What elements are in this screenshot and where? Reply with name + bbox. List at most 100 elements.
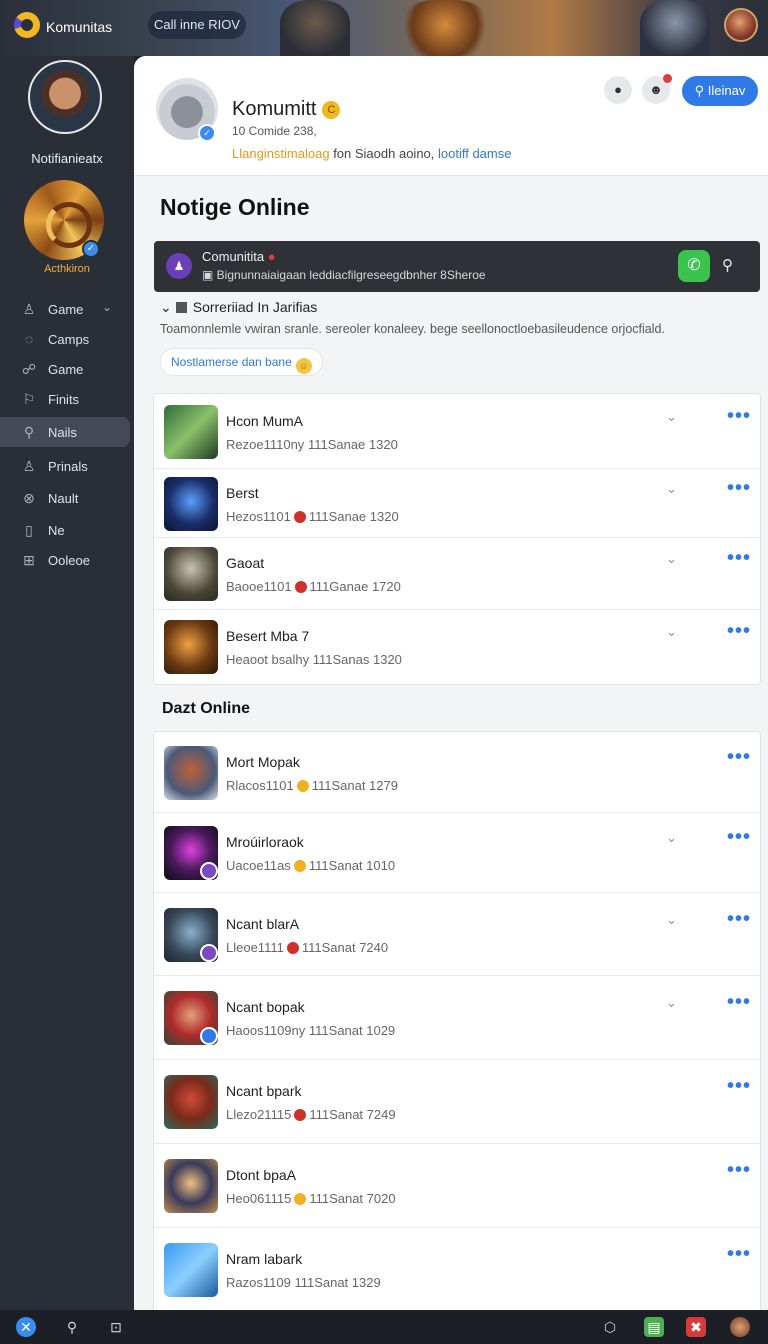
more-options-icon[interactable]: •••: [727, 1243, 751, 1266]
top-pill-button[interactable]: Call inne RIOV: [148, 11, 246, 39]
chat-app-icon[interactable]: ✆: [678, 250, 710, 282]
chat-icon: ◌: [24, 331, 34, 347]
sidebar-item-game[interactable]: ♙ Game ⌄: [0, 294, 134, 324]
chevron-down-icon[interactable]: ⌄: [102, 300, 112, 314]
sidebar-item-prinals[interactable]: ♙ Prinals: [0, 451, 134, 481]
chevron-down-icon[interactable]: ⌄: [666, 551, 677, 567]
item-id: Hezos1101: [226, 509, 291, 524]
search-icon: ⚲: [694, 83, 708, 98]
chevron-down-icon[interactable]: ⌄: [666, 995, 677, 1011]
more-options-icon[interactable]: •••: [727, 620, 751, 643]
game-thumbnail[interactable]: [164, 1075, 218, 1129]
game-thumbnail[interactable]: [164, 620, 218, 674]
more-options-icon[interactable]: •••: [727, 405, 751, 428]
game-thumbnail[interactable]: [164, 1243, 218, 1297]
desc-text: fon Siaodh aoino,: [329, 146, 438, 161]
status-dot-icon: [294, 1193, 307, 1205]
more-options-icon[interactable]: •••: [727, 547, 751, 570]
sidebar-item-game-2[interactable]: ☍ Game: [0, 354, 134, 384]
game-thumbnail[interactable]: [164, 746, 218, 800]
page-title: Komumitt C: [232, 98, 341, 121]
chevron-down-icon[interactable]: ⌄: [666, 409, 677, 425]
item-subtitle: Baooe1101 111Ganae 1720: [226, 579, 401, 594]
emoji-icon: ☺: [295, 358, 312, 374]
camera-icon[interactable]: ⊡: [106, 1317, 126, 1337]
game-app-icon[interactable]: ✖: [686, 1317, 706, 1337]
more-options-icon[interactable]: •••: [727, 1159, 751, 1182]
more-options-icon[interactable]: •••: [727, 746, 751, 769]
item-id: Rlacos1101: [226, 778, 294, 793]
community-bar[interactable]: ♟ Comunitita ● ▣ Bignunnaiaigaan leddiac…: [154, 241, 760, 292]
list-item[interactable]: Ncant bopak Haoos1109ny 111Sanat 1029 ⌄ •••: [154, 976, 760, 1060]
section-heading: Notige Online: [160, 194, 310, 220]
circle-x-icon: ⊗: [23, 490, 35, 506]
item-id: Razos1109: [226, 1275, 291, 1290]
desc-link[interactable]: lootiff damse: [438, 146, 511, 161]
sidebar-avatar[interactable]: [28, 60, 102, 134]
more-options-icon[interactable]: •••: [727, 826, 751, 849]
list-item[interactable]: Berst Hezos1101 111Sanae 1320 ⌄ •••: [154, 469, 760, 538]
sidebar-item-nails[interactable]: ⚲ Nails: [0, 417, 130, 447]
search-icon: ⚲: [23, 424, 35, 440]
more-options-icon[interactable]: •••: [727, 1075, 751, 1098]
list-item[interactable]: Besert Mba 7 Heaoot bsalhy 111Sanas 1320 ⌄…: [154, 610, 760, 684]
notification-button[interactable]: ☻: [642, 74, 672, 104]
item-name: Ncant bpark: [226, 1083, 302, 1099]
platform-badge-icon: [200, 862, 218, 880]
user-avatar[interactable]: [730, 1317, 750, 1337]
sidebar-item-label: Prinals: [48, 458, 88, 474]
item-name: Gaoat: [226, 555, 265, 571]
item-id: Rezoe1110ny: [226, 437, 305, 452]
chevron-down-icon[interactable]: ⌄: [666, 830, 677, 846]
top-banner: Komunitas Call inne RIOV: [0, 0, 768, 56]
item-name: Ncant blarA: [226, 916, 300, 932]
chevron-down-icon[interactable]: ⌄: [666, 912, 677, 928]
app-logo-icon[interactable]: [14, 12, 40, 38]
game-thumbnail[interactable]: [164, 477, 218, 531]
flag-icon: ⚐: [22, 391, 36, 407]
start-icon[interactable]: ✕: [16, 1317, 36, 1337]
sidebar-item-finits[interactable]: ⚐ Finits: [0, 384, 134, 414]
item-name: Besert Mba 7: [226, 628, 310, 644]
sidebar-item-ooleoe[interactable]: ⊞ Ooleoe: [0, 545, 134, 575]
item-stats: 111Sanat 7249: [309, 1107, 396, 1122]
item-name: Berst: [226, 485, 259, 501]
list-item[interactable]: Gaoat Baooe1101 111Ganae 1720 ⌄ •••: [154, 538, 760, 610]
cube-icon[interactable]: ⬡: [600, 1317, 620, 1337]
sidebar-item-nault[interactable]: ⊗ Nault: [0, 483, 134, 513]
chevron-down-icon[interactable]: ⌄: [666, 481, 677, 497]
chat-app-icon[interactable]: ▤: [644, 1317, 664, 1337]
filter-chip[interactable]: Nostlamerse dan bane ☺: [160, 348, 323, 376]
item-stats: 111Sanat 1010: [308, 858, 396, 873]
more-options-icon[interactable]: •••: [727, 991, 751, 1014]
user-avatar[interactable]: [724, 8, 758, 42]
coin-icon: C: [322, 101, 341, 119]
list-item[interactable]: Ncant bpark Llezo21115 111Sanat 7249 •••: [154, 1060, 760, 1144]
follow-button[interactable]: ⚲ Ileinav: [682, 76, 758, 106]
sidebar-item-camps[interactable]: ◌ Camps: [0, 324, 134, 354]
chevron-down-icon[interactable]: ⌄: [160, 299, 172, 315]
more-options-icon[interactable]: •••: [727, 477, 751, 500]
item-subtitle: Haoos1109ny 111Sanat 1029: [226, 1023, 395, 1038]
list-item[interactable]: Ncant blarA Lleoe1111 111Sanat 7240 ⌄ •••: [154, 893, 760, 976]
sub-section-label: Sorreriiad In Jarifias: [192, 299, 318, 315]
game-thumbnail[interactable]: [164, 547, 218, 601]
list-item[interactable]: Hcon MumA Rezoe1110ny 111Sanae 1320 ⌄ •••: [154, 394, 760, 469]
game-thumbnail[interactable]: [164, 405, 218, 459]
list-item[interactable]: Nram labark Razos1109 111Sanat 1329 •••: [154, 1228, 760, 1310]
sub-section-title[interactable]: ⌄ Sorreriiad In Jarifias: [160, 299, 317, 316]
user-icon: ♙: [22, 301, 36, 317]
game-thumbnail[interactable]: [164, 1159, 218, 1213]
list-item[interactable]: Dtont bpaA Heo061115 111Sanat 7020 •••: [154, 1144, 760, 1228]
person-icon: ●: [614, 82, 622, 97]
more-options-icon[interactable]: •••: [727, 908, 751, 931]
chevron-down-icon[interactable]: ⌄: [666, 624, 677, 640]
search-icon[interactable]: ⚲: [62, 1317, 82, 1337]
sidebar-item-ne[interactable]: ▯ Ne: [0, 515, 134, 545]
list-item[interactable]: Mroúirloraok Uacoe11as 111Sanat 1010 ⌄ •••: [154, 813, 760, 893]
sidebar-item-label: Finits: [48, 391, 80, 407]
list-item[interactable]: Mort Mopak Rlacos1101 111Sanat 1279 •••: [154, 732, 760, 813]
profile-button[interactable]: ●: [604, 76, 632, 104]
search-icon[interactable]: ⚲: [722, 256, 733, 274]
sidebar-username: Notifianieatx: [31, 151, 103, 166]
